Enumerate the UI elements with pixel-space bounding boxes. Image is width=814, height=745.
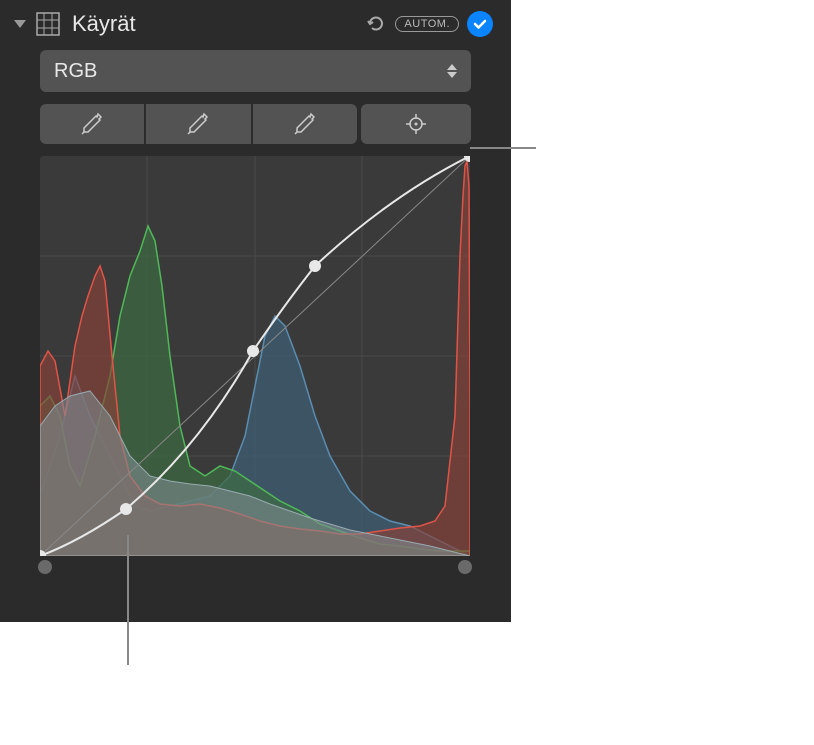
- eyedropper-white-button[interactable]: [253, 104, 357, 144]
- target-icon: [405, 113, 427, 135]
- curves-panel: Käyrät AUTOM. RGB: [0, 0, 511, 622]
- enabled-toggle[interactable]: [467, 11, 493, 37]
- reset-button[interactable]: [365, 13, 387, 35]
- curves-histogram[interactable]: [40, 156, 470, 556]
- eyedropper-gray-button[interactable]: [146, 104, 250, 144]
- black-point-slider[interactable]: [38, 560, 52, 574]
- auto-button[interactable]: AUTOM.: [395, 16, 459, 32]
- histogram-svg: [40, 156, 470, 556]
- check-icon: [472, 16, 488, 32]
- channel-select[interactable]: RGB: [40, 50, 471, 92]
- disclosure-triangle[interactable]: [14, 20, 26, 28]
- white-point-slider[interactable]: [458, 560, 472, 574]
- channel-select-value: RGB: [54, 60, 447, 83]
- eyedropper-icon: [186, 112, 210, 136]
- add-point-button[interactable]: [361, 104, 471, 144]
- select-arrows-icon: [447, 64, 457, 78]
- curves-icon: [34, 10, 62, 38]
- panel-title: Käyrät: [72, 11, 357, 37]
- eyedropper-black-button[interactable]: [40, 104, 144, 144]
- eyedropper-group: [40, 104, 357, 144]
- callout-line: [127, 535, 129, 665]
- eyedropper-icon: [293, 112, 317, 136]
- tool-row: [40, 104, 471, 144]
- panel-header: Käyrät AUTOM.: [0, 10, 511, 50]
- panel-content: RGB: [0, 50, 511, 556]
- callout-line: [470, 147, 536, 149]
- eyedropper-icon: [80, 112, 104, 136]
